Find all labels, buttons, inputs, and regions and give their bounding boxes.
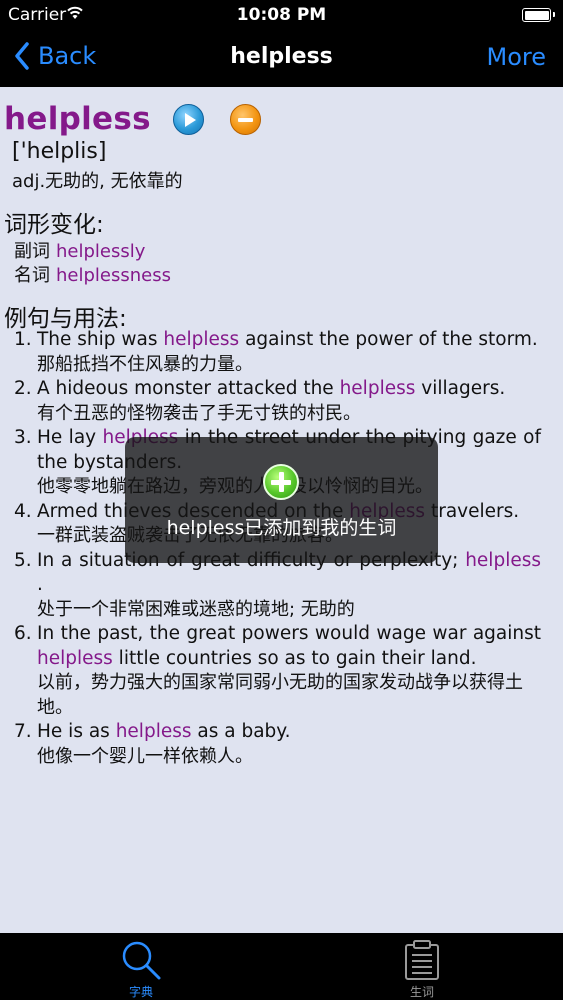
tab-dictionary[interactable]: 字典 [81,933,201,1000]
example-keyword: helpless [465,549,541,571]
example-keyword: helpless [339,378,416,399]
status-bar: Carrier 10:08 PM [0,0,563,30]
example-english: In the past, the great powers would wage… [37,623,541,669]
status-time: 10:08 PM [236,5,327,25]
example-chinese: 处于一个非常困难或迷惑的境地; 无助的 [37,598,355,620]
forms-heading: 词形变化: [4,212,104,238]
tab-bar: 字典 生词 [0,933,563,1000]
example-number: 2. [14,378,32,399]
tab-wordlist-label: 生词 [409,985,434,999]
tab-wordlist[interactable]: 生词 [362,933,482,1000]
definition: adj.无助的, 无依靠的 [12,171,183,192]
example-chinese: 以前，势力强大的国家常同弱小无助的国家发动战争以获得土地。 [37,672,523,718]
word-form-link[interactable]: helplessly [56,241,145,262]
headword: helpless [4,101,151,137]
search-icon [122,941,161,980]
example-number: 6. [14,623,32,644]
example-keyword: helpless [163,329,240,350]
word-form-kind: 副词 [14,241,50,262]
word-form: 副词 helplessly [14,237,145,263]
plus-circle-icon [263,464,299,500]
example-item: 2. A hideous monster attacked the helple… [14,377,541,426]
nav-title: helpless [230,44,333,69]
more-button[interactable]: More [487,43,547,71]
remove-from-wordlist-button[interactable] [230,104,261,135]
word-form-kind: 名词 [14,265,50,286]
example-number: 5. [14,549,32,571]
example-number: 7. [14,721,32,742]
battery-icon [522,8,555,22]
example-english: The ship was helpless against the power … [37,329,538,350]
word-form-link[interactable]: helplessness [56,265,171,286]
toast-message: helpless已添加到我的生词 [166,517,397,539]
clipboard-icon [405,940,439,980]
tab-dictionary-label: 字典 [128,985,153,999]
example-item: 7. He is as helpless as a baby. 他像一个婴儿一样… [14,720,541,769]
example-chinese: 他像一个婴儿一样依赖人。 [37,745,253,767]
example-number: 1. [14,329,32,350]
example-number: 3. [14,427,32,448]
phonetic: ['helplis] [12,139,107,164]
example-number: 4. [14,500,32,522]
example-item: 6. In the past, the great powers would w… [14,622,541,720]
example-chinese: 有个丑恶的怪物袭击了手无寸铁的村民。 [37,402,361,424]
added-toast: helpless已添加到我的生词 [125,437,438,563]
navigation-bar: Back helpless More [0,30,563,87]
example-english: He is as helpless as a baby. [37,721,291,742]
example-keyword: helpless [37,647,113,669]
example-keyword: helpless [115,721,192,742]
example-english: A hideous monster attacked the helpless … [37,378,506,399]
play-pronunciation-button[interactable] [173,104,204,135]
example-chinese: 那船抵挡不住风暴的力量。 [37,353,253,375]
top-bar: Carrier 10:08 PM Back helpless More [0,0,563,87]
word-form: 名词 helplessness [14,261,171,287]
example-item: 1. The ship was helpless against the pow… [14,328,541,377]
